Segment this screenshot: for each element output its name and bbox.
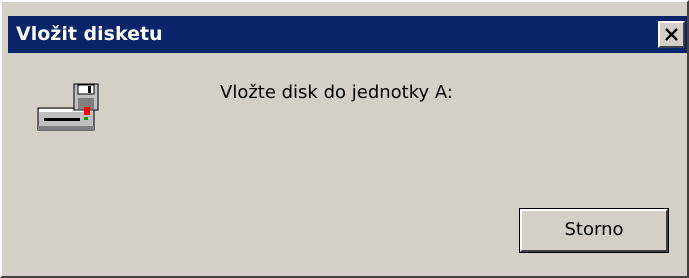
title-bar[interactable]: Vložit disketu — [8, 16, 687, 53]
cancel-button[interactable]: Storno — [519, 208, 669, 253]
message-text: Vložte disk do jednotky A: — [220, 82, 453, 103]
close-icon — [665, 28, 678, 41]
window-title: Vložit disketu — [16, 23, 163, 45]
insert-disk-dialog: Vložit disketu Vložte disk do jednotky A… — [0, 0, 689, 278]
floppy-drive-icon — [36, 82, 104, 136]
close-button[interactable] — [658, 21, 685, 48]
